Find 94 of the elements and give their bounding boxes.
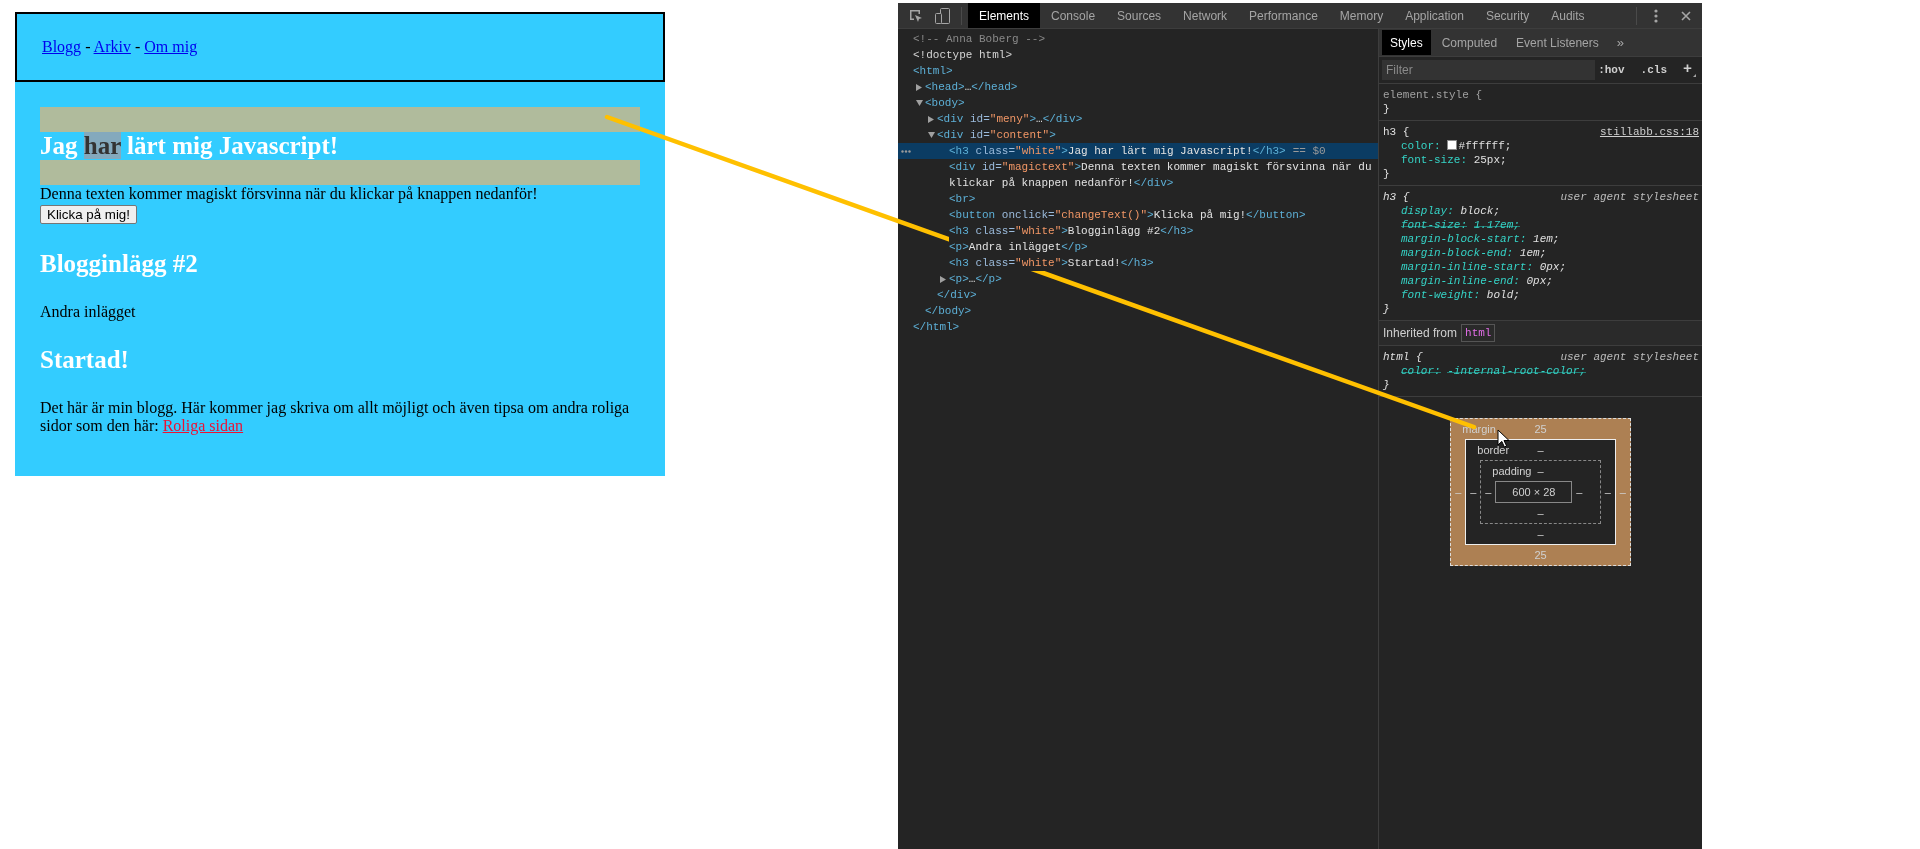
caret-right-icon[interactable] — [916, 83, 922, 91]
dom-node-text[interactable]: <div id="meny">…</div> — [937, 111, 1083, 127]
css-selector: h3 { — [1383, 125, 1410, 139]
blog-heading: Blogginlägg #2 — [40, 250, 199, 278]
dom-closing-tag[interactable]: </body> — [925, 303, 972, 319]
box-value: ‒ — [1537, 463, 1544, 479]
nav-link[interactable]: Om mig — [144, 38, 198, 55]
css-value: #ffffff; — [1458, 140, 1512, 152]
css-declaration: margin-block-start: 1em; — [1400, 232, 1560, 246]
caret-right-icon[interactable] — [928, 115, 934, 123]
css-declaration: font-weight: bold; — [1400, 288, 1520, 302]
css-closing-brace: } — [1383, 378, 1390, 392]
mouse-pointer-icon — [1497, 429, 1510, 448]
box-value: ‒ — [1537, 526, 1544, 542]
box-label: padding — [1491, 463, 1533, 479]
dom-node-text[interactable]: <button onclick="changeText()">Klicka på mig!</button> — [949, 207, 1306, 223]
css-declaration: margin-inline-end: 0px; — [1400, 274, 1553, 288]
styles-subtab[interactable]: Styles — [1382, 30, 1431, 55]
styles-subtab[interactable]: Computed — [1433, 30, 1506, 55]
close-icon[interactable] — [1681, 10, 1691, 21]
link-separator: - — [85, 38, 91, 55]
link-separator: - — [134, 38, 141, 55]
caret-right-icon[interactable] — [940, 275, 946, 283]
content-box: 600 × 28 — [1495, 481, 1573, 503]
dom-node-text[interactable]: <p>…</p> — [949, 271, 1002, 287]
box-value: 25 — [1534, 547, 1547, 563]
devtools-tab[interactable]: Application — [1394, 3, 1475, 28]
dom-node-text[interactable]: <h3 class="white">Jag har lärt mig Javascript!</h3> — [949, 143, 1286, 159]
devtools-tab[interactable]: Network — [1172, 3, 1239, 28]
stylesheet-link[interactable]: stillabb.css:18 — [1599, 125, 1699, 139]
hover-state-toggle[interactable]: :hov — [1598, 63, 1625, 77]
box-value: ‒ — [1537, 505, 1544, 521]
body-text: Det här är min blogg. Här kommer jag skriva om allt möjligt och även tipsa om andra roliga sidor som den här: Roliga sidan — [40, 399, 631, 435]
rule-origin: user agent stylesheet — [1560, 190, 1699, 204]
css-selector: element.style { — [1383, 88, 1483, 102]
dom-node-text[interactable]: <h3 class="white">Blogginlägg #2</h3> — [949, 223, 1194, 239]
magic-text: Denna texten kommer magiskt försvinna när du klickar på knappen nedanför! — [40, 185, 539, 203]
css-closing-brace: } — [1383, 167, 1390, 181]
caret-down-icon[interactable] — [928, 132, 935, 138]
nav-link[interactable]: Blogg — [42, 38, 82, 55]
blog-heading: Jag har lärt mig Javascript! — [40, 132, 340, 160]
devtools-tab[interactable]: Console — [1040, 3, 1107, 28]
class-toggle[interactable]: .cls — [1640, 63, 1667, 77]
styles-subtab[interactable]: Event Listeners — [1508, 30, 1607, 55]
page-button[interactable]: Klicka på mig! — [40, 205, 137, 224]
box-value: ‒ — [1470, 485, 1477, 498]
new-rule-button[interactable]: + — [1683, 63, 1696, 77]
box-label: border — [1476, 442, 1511, 458]
box-value: ‒ — [1485, 485, 1492, 498]
devtools-tab[interactable]: Elements — [968, 3, 1041, 28]
box-value: 25 — [1534, 421, 1547, 437]
css-closing-brace: } — [1383, 302, 1390, 316]
css-declaration: font-size: 1.17em; — [1400, 218, 1520, 232]
dom-node-text[interactable]: <body> — [925, 95, 965, 111]
devtools-tab[interactable]: Performance — [1238, 3, 1329, 28]
dom-node-text[interactable]: <h3 class="white">Startad!</h3> — [949, 255, 1154, 271]
corner-triangle-icon — [1693, 74, 1696, 77]
css-property: color: — [1401, 140, 1441, 152]
blog-heading: Startad! — [40, 346, 130, 374]
css-selector: h3 { — [1383, 190, 1410, 204]
dom-node-text[interactable]: <p>Andra inlägget</p> — [949, 239, 1088, 255]
css-selector: html { — [1383, 350, 1423, 364]
devtools-tab[interactable]: Security — [1474, 3, 1541, 28]
css-declaration: color: -internal-root-color; — [1400, 364, 1586, 378]
inherited-label: Inherited from — [1383, 325, 1458, 342]
inherited-element-tag[interactable]: html — [1461, 324, 1496, 342]
rule-origin: user agent stylesheet — [1560, 350, 1699, 364]
devtools-tab[interactable]: Memory — [1328, 3, 1395, 28]
dom-node-text[interactable]: <!-- Anna Boberg --> — [913, 31, 1046, 47]
box-value: ‒ — [1619, 485, 1626, 498]
box-value: ‒ — [1537, 442, 1544, 458]
dom-node-text[interactable]: <!doctype html> — [913, 47, 1013, 63]
css-declaration: display: block; — [1400, 204, 1501, 218]
box-label: margin — [1461, 421, 1497, 437]
body-text: Andra inlägget — [40, 303, 137, 321]
menu-dots-icon[interactable] — [1654, 8, 1658, 23]
console-reference: == $0 — [1292, 144, 1326, 159]
box-value: ‒ — [1455, 485, 1462, 498]
devtools-tab[interactable]: Audits — [1540, 3, 1596, 28]
nav-link[interactable]: Arkiv — [93, 38, 131, 55]
selected-row[interactable]: <h3 class="white">Jag har lärt mig Javascript!</h3> == $0 — [898, 143, 1378, 159]
more-tabs-button[interactable]: » — [1611, 32, 1629, 53]
devtools-tab[interactable]: Sources — [1106, 3, 1173, 28]
css-closing-brace: } — [1383, 102, 1390, 116]
color-swatch-icon[interactable] — [1446, 140, 1457, 150]
css-declaration: margin-inline-start: 0px; — [1400, 260, 1567, 274]
box-value: ‒ — [1576, 485, 1583, 498]
css-declaration: font-size: 25px; — [1400, 153, 1507, 167]
devices-icon[interactable] — [935, 7, 950, 24]
ellipsis-icon[interactable] — [901, 149, 911, 153]
caret-down-icon[interactable] — [916, 100, 923, 106]
box-value: ‒ — [1604, 485, 1611, 498]
css-declaration: margin-block-end: 1em; — [1400, 246, 1547, 260]
filter-field[interactable]: Filter — [1382, 60, 1595, 80]
